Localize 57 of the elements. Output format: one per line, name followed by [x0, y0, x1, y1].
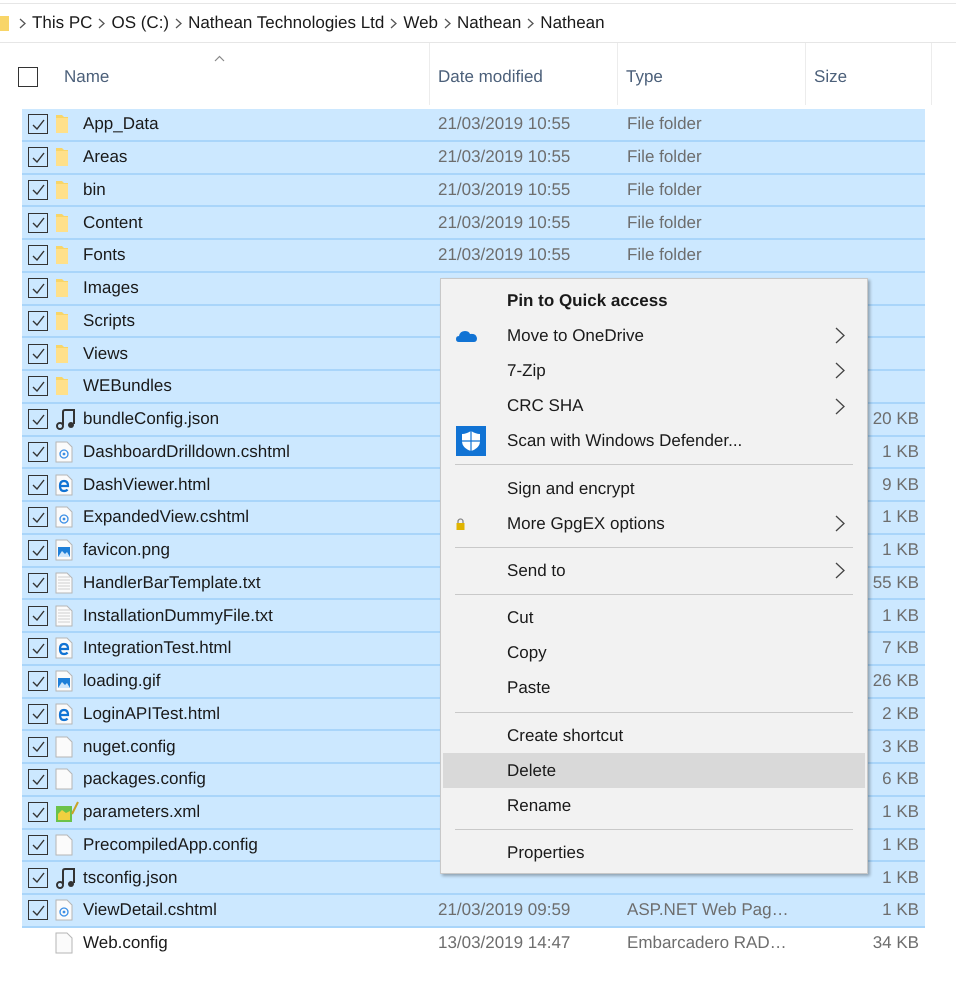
file-name: WEBundles [83, 376, 173, 396]
file-name: IntegrationTest.html [83, 638, 232, 658]
file-type: File folder [627, 180, 703, 200]
file-size: 1 KB [882, 868, 919, 888]
file-size: 1 KB [882, 606, 919, 626]
file-type: Embarcadero RAD… [627, 933, 788, 954]
file-name: DashboardDrilldown.cshtml [83, 442, 291, 462]
file-name: LoginAPITest.html [83, 704, 222, 724]
date-modified: 21/03/2019 10:55 [438, 114, 572, 134]
file-name: loading.gif [83, 671, 162, 692]
file-type: File folder [627, 212, 703, 233]
file-name: favicon.png [83, 540, 171, 560]
file-size: 55 KB [872, 572, 919, 593]
file-size: 34 KB [872, 933, 919, 954]
file-name: Web.config [83, 933, 169, 954]
date-modified: 21/03/2019 09:59 [438, 900, 572, 920]
file-type: File folder [627, 245, 703, 266]
file-name: Views [83, 344, 130, 364]
file-name: ViewDetail.cshtml [83, 900, 218, 920]
file-size: 1 KB [882, 507, 919, 528]
file-size: 1 KB [882, 540, 919, 560]
file-size: 20 KB [872, 409, 919, 430]
file-name: InstallationDummyFile.txt [83, 606, 274, 626]
file-size: 9 KB [882, 474, 919, 495]
file-name: bundleConfig.json [83, 409, 220, 430]
file-name: Images [83, 278, 140, 298]
file-name: Content [83, 212, 144, 233]
date-modified: 13/03/2019 14:47 [438, 933, 572, 954]
file-name: bin [83, 180, 107, 200]
date-modified: 21/03/2019 10:55 [438, 147, 572, 168]
file-size: 26 KB [872, 671, 919, 692]
file-size: 1 KB [882, 802, 919, 822]
file-name: DashViewer.html [83, 474, 212, 495]
file-size: 7 KB [882, 638, 919, 658]
date-modified: 21/03/2019 10:55 [438, 245, 572, 266]
file-name: nuget.config [83, 736, 177, 757]
file-size: 1 KB [882, 834, 919, 855]
file-size: 3 KB [882, 736, 919, 757]
date-modified: 21/03/2019 10:55 [438, 212, 572, 233]
file-size: 6 KB [882, 769, 919, 790]
file-size: 2 KB [882, 704, 919, 724]
file-type: File folder [627, 147, 703, 168]
file-name: packages.config [83, 769, 207, 790]
file-name: tsconfig.json [83, 868, 178, 888]
file-name: Scripts [83, 310, 136, 331]
file-size: 1 KB [882, 900, 919, 920]
file-name: App_Data [83, 114, 160, 134]
file-size: 1 KB [882, 442, 919, 462]
file-name: PrecompiledApp.config [83, 834, 259, 855]
file-name: HandlerBarTemplate.txt [83, 572, 262, 593]
file-type: File folder [627, 114, 703, 134]
date-modified: 21/03/2019 10:55 [438, 180, 572, 200]
file-name: Areas [83, 147, 128, 168]
file-name: ExpandedView.cshtml [83, 507, 250, 528]
file-type: ASP.NET Web Pag… [627, 900, 790, 920]
file-name: Fonts [83, 245, 127, 266]
file-name: parameters.xml [83, 802, 202, 822]
